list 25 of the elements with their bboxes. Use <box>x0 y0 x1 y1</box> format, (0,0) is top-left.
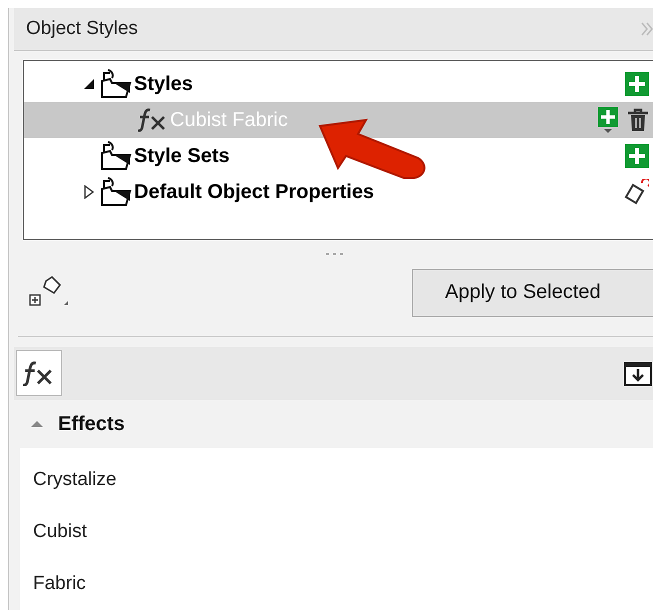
add-icon[interactable] <box>625 144 649 168</box>
tree-row[interactable]: Default Object Properties <box>24 174 653 210</box>
add-icon[interactable] <box>625 72 649 96</box>
trash-icon[interactable] <box>627 108 649 132</box>
tree-label: Default Object Properties <box>134 180 374 204</box>
section-title: Effects <box>58 412 125 436</box>
folder-icon <box>98 69 132 100</box>
effect-item[interactable]: Cubist <box>20 506 653 558</box>
resize-grip-icon[interactable] <box>324 252 344 256</box>
effect-item[interactable]: Crystalize <box>20 454 653 506</box>
fx-button[interactable] <box>16 350 62 396</box>
tag-icon[interactable] <box>623 179 649 206</box>
effect-item[interactable]: Fabric <box>20 558 653 610</box>
fx-icon <box>138 108 168 132</box>
tree-row[interactable]: Styles <box>24 66 653 102</box>
collapse-caret-icon[interactable] <box>30 420 44 428</box>
folder-icon <box>98 177 132 208</box>
tree-label: Styles <box>134 72 193 96</box>
collapse-triangle-icon[interactable] <box>83 78 95 90</box>
folder-icon <box>98 141 132 172</box>
add-icon[interactable] <box>597 106 619 134</box>
expand-triangle-icon[interactable] <box>84 185 94 200</box>
tree-label: Style Sets <box>134 144 230 168</box>
panel-title: Object Styles <box>26 18 138 40</box>
apply-to-selected-button[interactable]: Apply to Selected <box>412 268 653 317</box>
